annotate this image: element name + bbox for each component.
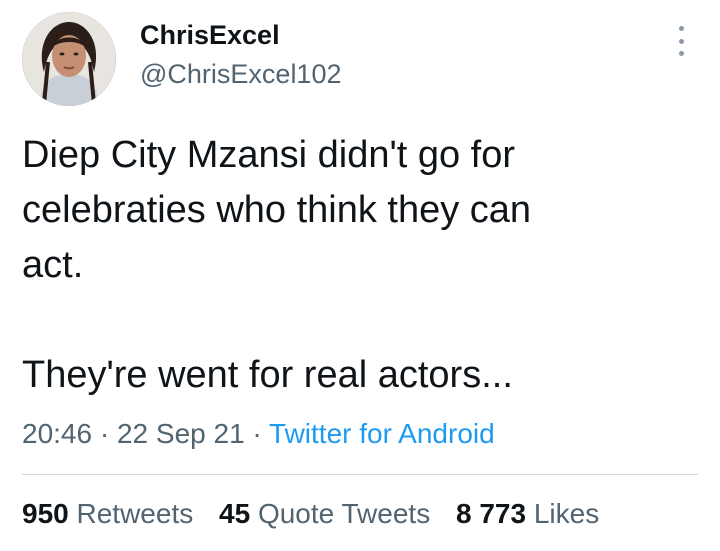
divider [22,474,698,475]
tweet-date[interactable]: 22 Sep 21 [117,418,245,449]
tweet-header: ChrisExcel @ChrisExcel102 [22,12,700,108]
more-dot [678,38,684,44]
meta-separator: · [99,418,110,449]
likes-stat[interactable]: 8 773 Likes [456,494,599,534]
tweet-time[interactable]: 20:46 [22,418,92,449]
retweets-label: Retweets [76,498,194,529]
meta-separator: · [252,418,262,449]
quote-tweets-count: 45 [219,498,251,529]
more-dot [678,26,684,31]
likes-label: Likes [533,498,600,529]
user-handle[interactable]: @ChrisExcel102 [140,56,342,92]
retweets-count: 950 [22,498,69,529]
quote-tweets-label: Quote Tweets [257,498,431,529]
display-name[interactable]: ChrisExcel [140,18,342,52]
avatar-image [22,12,116,106]
likes-count: 8 773 [455,498,527,529]
tweet-text: Diep City Mzansi didn't go for celebrati… [22,134,532,396]
more-vertical-icon[interactable] [672,26,690,56]
more-dot [678,51,684,56]
tweet-meta: 20:46 · 22 Sep 21 · Twitter for Android [22,414,495,454]
user-names: ChrisExcel @ChrisExcel102 [140,18,342,92]
tweet-source-link[interactable]: Twitter for Android [269,418,495,449]
retweets-stat[interactable]: 950 Retweets [22,494,193,534]
avatar[interactable] [22,12,116,106]
tweet-stats: 950 Retweets 45 Quote Tweets 8 773 Likes [22,494,617,534]
quote-tweets-stat[interactable]: 45 Quote Tweets [219,494,430,534]
